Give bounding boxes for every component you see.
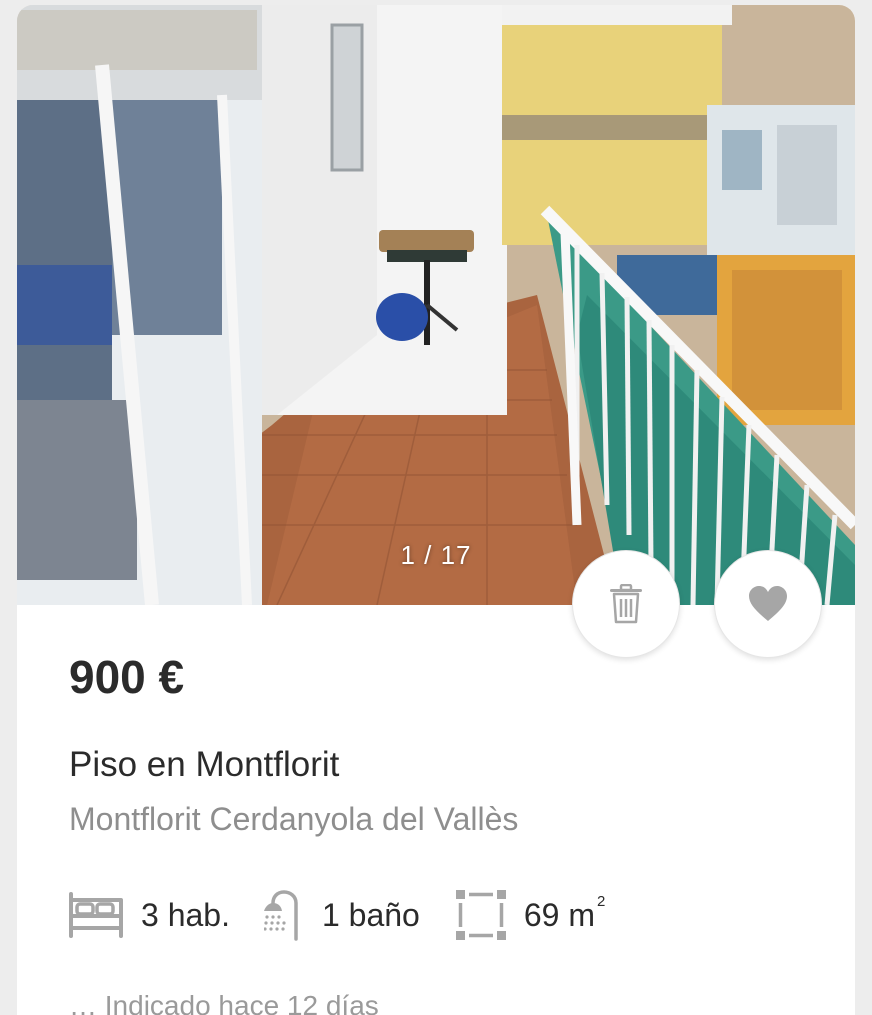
balcony-photo-image bbox=[17, 5, 855, 605]
listing-price: 900 € bbox=[69, 651, 185, 703]
feature-baths: 1 baño bbox=[263, 889, 420, 941]
listing-features: 3 hab. 1 baño 69 m 2 bbox=[67, 885, 639, 945]
area-unit-superscript: 2 bbox=[596, 892, 606, 910]
listing-card[interactable]: 1 / 17 900 € Piso en Montflorit Montflor… bbox=[17, 5, 855, 1015]
favorite-button[interactable] bbox=[714, 550, 822, 658]
area-number: 69 m bbox=[523, 896, 595, 933]
area-value: 69 m2 bbox=[523, 893, 605, 934]
listing-date-teaser: … Indicado hace 12 días bbox=[69, 990, 379, 1015]
area-icon bbox=[454, 888, 508, 942]
feature-rooms: 3 hab. bbox=[67, 890, 230, 940]
discard-button[interactable] bbox=[572, 550, 680, 658]
shower-icon bbox=[263, 889, 306, 941]
feature-area: 69 m2 bbox=[454, 888, 605, 942]
listing-location: Montflorit Cerdanyola del Vallès bbox=[69, 801, 519, 837]
baths-value: 1 baño bbox=[321, 896, 420, 933]
trash-icon bbox=[610, 584, 642, 624]
listing-title[interactable]: Piso en Montflorit bbox=[69, 745, 339, 785]
heart-icon bbox=[749, 586, 787, 621]
bed-icon bbox=[67, 890, 125, 940]
listing-photo[interactable]: 1 / 17 bbox=[17, 5, 855, 605]
rooms-value: 3 hab. bbox=[141, 896, 230, 933]
